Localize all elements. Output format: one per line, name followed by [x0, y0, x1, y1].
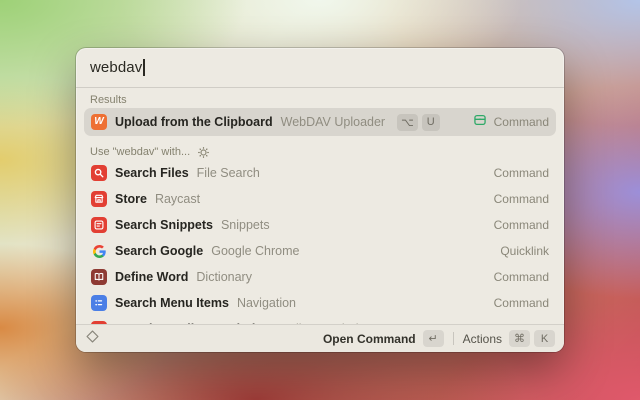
search-bar[interactable]: webdav	[76, 48, 564, 88]
snippet-icon	[91, 217, 107, 233]
raycast-window: webdav Results W Upload from the Clipboa…	[76, 48, 564, 352]
suggestion-row-search-snippets[interactable]: Search Snippets Snippets Command	[84, 212, 556, 238]
results-section-label: Results	[76, 88, 564, 108]
menu-list-icon	[91, 295, 107, 311]
cmd-key-badge: ⌘	[509, 330, 530, 347]
footer-bar: Open Command ↵ Actions ⌘ K	[76, 324, 564, 352]
result-row-webdav-upload[interactable]: W Upload from the Clipboard WebDAV Uploa…	[84, 108, 556, 136]
magnifier-icon	[91, 165, 107, 181]
u-key-badge: U	[422, 114, 440, 131]
book-icon	[91, 269, 107, 285]
result-type: Command	[494, 115, 549, 129]
storefront-icon	[91, 191, 107, 207]
search-input[interactable]: webdav	[90, 59, 142, 76]
suggestion-row-search-menu-items[interactable]: Search Menu Items Navigation Command	[84, 290, 556, 316]
suggestion-row-store[interactable]: Store Raycast Command	[84, 186, 556, 212]
shortcut-badges: ⌥ U	[397, 114, 440, 131]
google-icon	[91, 243, 107, 259]
raycast-logo-icon	[85, 329, 100, 349]
suggestions-section-label: Use "webdav" with...	[90, 146, 190, 158]
footer-divider	[453, 332, 454, 345]
suggestion-row-search-files[interactable]: Search Files File Search Command	[84, 160, 556, 186]
suggestions-section-header: Use "webdav" with...	[76, 136, 564, 160]
webdav-uploader-icon: W	[91, 114, 107, 130]
result-title: Upload from the Clipboard	[115, 115, 273, 129]
command-box-icon	[473, 113, 487, 132]
k-key-badge: K	[534, 330, 555, 347]
result-subtitle: WebDAV Uploader	[281, 115, 385, 129]
return-key-badge: ↵	[423, 330, 444, 347]
text-caret	[143, 59, 145, 76]
suggestion-row-define-word[interactable]: Define Word Dictionary Command	[84, 264, 556, 290]
gear-icon[interactable]	[197, 146, 210, 159]
option-key-badge: ⌥	[397, 114, 418, 131]
actions-button[interactable]: Actions	[463, 332, 502, 346]
desktop-wallpaper: { "search": { "value": "webdav" }, "sect…	[0, 0, 640, 400]
open-command-button[interactable]: Open Command	[323, 332, 416, 346]
suggestion-row-search-google[interactable]: Search Google Google Chrome Quicklink	[84, 238, 556, 264]
